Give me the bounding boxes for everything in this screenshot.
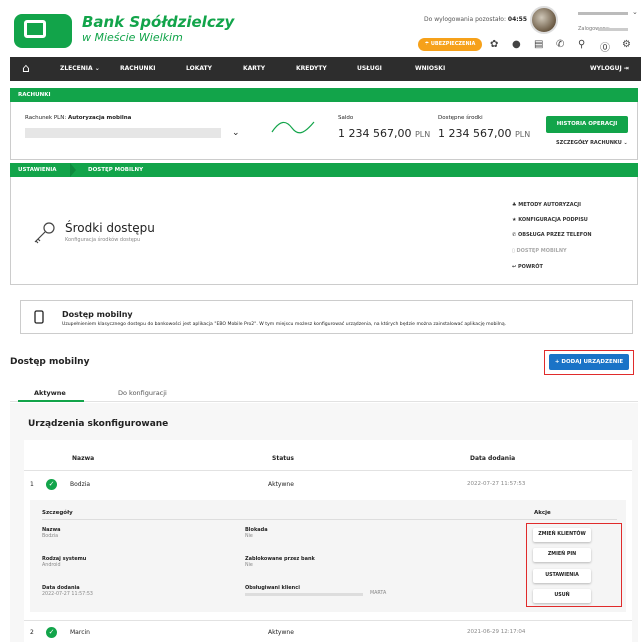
nav-karty[interactable]: KARTY [243,65,265,72]
chevron-down-icon[interactable]: ⌄ [232,128,240,138]
logo-mark-icon [24,20,46,38]
tabs-divider [10,401,638,402]
tab-to-configure[interactable]: Do konfiguracji [118,389,167,397]
check-icon: ✓ [46,479,57,490]
help-icon[interactable]: ⓪ [600,39,610,54]
chevron-down-icon[interactable]: ⌄ [632,8,638,16]
account-details-link[interactable]: SZCZEGÓŁY RACHUNKU ⌄ [556,140,628,146]
column-status: Status [272,455,294,462]
sparkline-icon [271,121,315,134]
detail-block-value: Nie [245,534,253,539]
column-date: Data dodania [470,455,516,462]
detail-system-value: Android [42,563,61,568]
nav-zlecenia[interactable]: ZLECENIA ⌄ [60,65,100,72]
device-date: 2021-06-29 12:17:04 [467,629,526,635]
user-avatar[interactable] [530,6,558,34]
user-icon[interactable]: ● [512,39,521,50]
add-device-button[interactable]: + DODAJ URZĄDZENIE [549,354,629,370]
nav-lokaty[interactable]: LOKATY [186,65,212,72]
nav-uslugi[interactable]: USŁUGI [357,65,382,72]
detail-block-label: Blokada [245,527,268,533]
table-row[interactable] [24,624,632,642]
device-status: Aktywne [268,629,294,636]
detail-date-value: 2022-07-27 11:57:53 [42,592,93,597]
row-index: 1 [30,481,34,488]
key-icon [34,222,55,244]
header-divider [24,470,632,471]
detail-name-value: Bodzia [42,534,59,539]
settings-button[interactable]: USTAWIENIA [533,569,591,583]
page-subtitle: Konfiguracja środków dostępu [65,237,141,243]
mobile-info-description: Uzupełnieniem klasycznego dostępu do ban… [62,322,507,327]
device-name: Marcin [70,629,90,636]
bank-city: w Mieście Wielkim [82,31,183,44]
breadcrumb-separator [70,163,76,177]
page-title: Środki dostępu [65,221,155,235]
menu-mobile-access: ▯ DOSTĘP MOBILNY [512,248,567,254]
detail-clients-label: Obsługiwani klienci [245,585,300,591]
delete-button[interactable]: USUŃ [533,589,591,603]
devices-title: Urządzenia skonfigurowane [28,419,169,429]
insurance-button[interactable]: ☂ UBEZPIECZENIA [418,38,482,51]
balance-label: Saldo [338,115,354,121]
account-label: Rachunek PLN: Autoryzacja mobilna [25,115,132,121]
menu-phone-service[interactable]: ✆ OBSŁUGA PRZEZ TELEFON [512,232,592,238]
detail-clients-value: MARTA [370,591,387,596]
available-value: 1 234 567,00 PLN [438,127,531,140]
actions-title: Akcje [534,510,551,516]
menu-back[interactable]: ↩ POWRÓT [512,264,543,270]
detail-date-label: Data dodania [42,585,80,591]
logout-button[interactable]: WYLOGUJ ⇥ [590,65,629,72]
device-date: 2022-07-27 11:57:53 [467,481,526,487]
mobile-info-title: Dostęp mobilny [62,310,133,319]
home-icon[interactable]: ⌂ [22,61,30,75]
messages-icon[interactable]: ▤ [534,39,543,50]
phone-icon[interactable]: ✆ [556,39,564,50]
account-section-title: RACHUNKI [10,88,638,102]
login-time-redacted [598,28,628,31]
change-clients-button[interactable]: ZMIEŃ KLIENTÓW [533,528,591,542]
details-title: Szczegóły [42,510,73,516]
balance-value: 1 234 567,00 PLN [338,127,431,140]
details-divider [42,519,617,520]
detail-bank-block-value: Nie [245,563,253,568]
nav-wnioski[interactable]: WNIOSKI [415,65,445,72]
detail-system-label: Rodzaj systemu [42,556,87,562]
account-select[interactable] [25,128,221,138]
tab-active[interactable]: Aktywne [34,389,66,397]
device-name: Bodzia [70,481,91,488]
menu-signature-config[interactable]: ★ KONFIGURACJA PODPISU [512,217,588,223]
history-button[interactable]: HISTORIA OPERACJI [546,116,628,133]
user-name-redacted [578,12,628,15]
location-icon[interactable]: ⚲ [578,39,585,50]
logout-timer: Do wylogowania pozostało: 04:55 [424,16,527,23]
available-label: Dostępne środki [438,115,483,121]
bank-name: Bank Spółdzielczy [82,13,235,31]
gear-icon[interactable]: ⚙ [622,39,631,50]
detail-bank-block-label: Zablokowane przez bank [245,556,315,562]
client-redacted [245,593,363,596]
nav-rachunki[interactable]: RACHUNKI [120,65,155,72]
row-index: 2 [30,629,34,636]
table-row[interactable] [24,474,632,496]
smartphone-icon [34,310,44,324]
breadcrumb-settings[interactable]: USTAWIENIA [18,167,57,173]
check-icon: ✓ [46,627,57,638]
detail-name-label: Nazwa [42,527,61,533]
device-status: Aktywne [268,481,294,488]
change-pin-button[interactable]: ZMIEŃ PIN [533,548,591,562]
column-name: Nazwa [72,455,95,462]
active-tab-indicator [18,400,84,402]
row-divider [24,620,632,621]
piggy-bank-icon[interactable]: ✿ [490,39,498,50]
breadcrumb-current: DOSTĘP MOBILNY [88,167,144,173]
mobile-section-title: Dostęp mobilny [10,357,90,367]
menu-auth-methods[interactable]: ♣ METODY AUTORYZACJI [512,202,581,208]
nav-kredyty[interactable]: KREDYTY [296,65,327,72]
